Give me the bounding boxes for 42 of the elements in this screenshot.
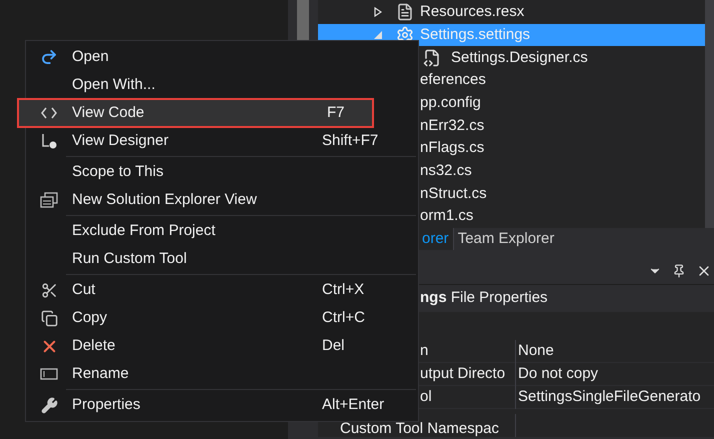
menu-item[interactable]: Run Custom Tool [26,245,418,273]
collapsed-arrow-icon[interactable] [374,7,382,18]
panel-tab[interactable]: orer [418,228,453,250]
document-icon [396,3,414,22]
menu-item[interactable]: Exclude From Project [26,217,418,245]
file-icon [423,48,441,67]
menu-item[interactable]: Delete Del [26,332,418,360]
menu-item[interactable]: Scope to This [26,158,418,186]
wrench-icon [40,396,58,414]
property-name: ol [420,387,432,408]
menu-item[interactable]: Copy Ctrl+C [26,304,418,332]
menu-item[interactable]: New Solution Explorer View [26,186,418,214]
property-value[interactable]: Do not copy [518,363,598,386]
menu-item[interactable]: Properties Alt+Enter [26,391,418,419]
menu-item[interactable]: View Designer Shift+F7 [26,127,418,155]
designer-icon [41,133,57,149]
menu-item[interactable]: Cut Ctrl+X [26,276,418,304]
property-name: utput Directo [420,364,506,384]
property-value[interactable]: None [518,340,554,363]
scissors-icon [40,282,58,298]
tree-item[interactable]: ns32.cs [420,160,472,183]
copy-icon [40,310,58,326]
property-name: Custom Tool Namespac [340,420,499,437]
tree-item[interactable]: pp.config [420,92,481,114]
tree-item[interactable]: eferences [420,69,486,92]
scrollbar[interactable] [705,0,714,228]
windows-icon [40,192,58,208]
rename-icon [40,368,58,380]
curved-arrow-icon [40,48,58,66]
tree-item[interactable]: nFlags.cs [420,137,484,160]
tree-item[interactable]: orm1.cs [420,205,474,228]
tree-item[interactable]: nStruct.cs [420,182,487,206]
property-value[interactable]: SettingsSingleFileGenerato [518,386,701,409]
tree-item[interactable]: nErr32.cs [420,114,484,138]
code-brackets-icon [41,107,57,119]
menu-item[interactable]: View Code F7 [18,99,373,127]
properties-title: ngs File Properties [420,288,548,308]
pin-icon[interactable] [672,264,686,278]
property-name: n [420,341,428,362]
menu-item[interactable]: Open With... [26,71,418,99]
menu-item[interactable]: Rename [26,360,418,388]
tree-item[interactable]: Resources.resx [318,1,705,24]
